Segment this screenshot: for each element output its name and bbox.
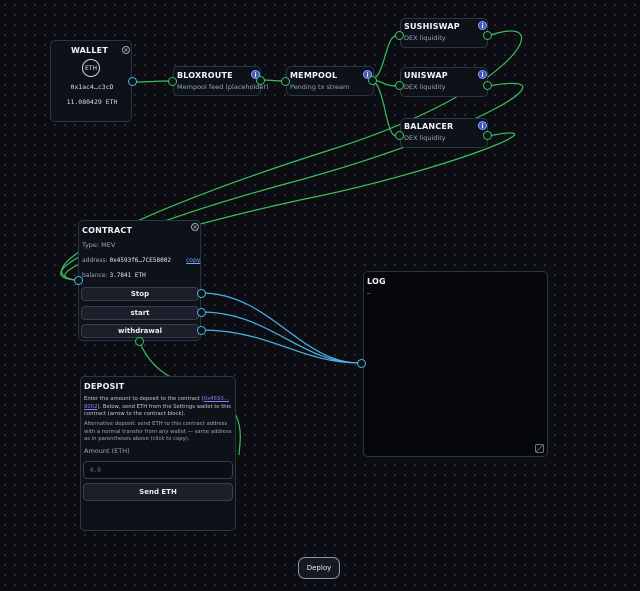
sushiswap-title: SUSHISWAP xyxy=(404,22,460,31)
contract-title: CONTRACT xyxy=(82,226,133,235)
resize-handle-icon[interactable] xyxy=(535,444,544,453)
uniswap-output-port[interactable] xyxy=(483,81,492,90)
start-button[interactable]: start xyxy=(81,306,199,320)
send-eth-button[interactable]: Send ETH xyxy=(83,483,233,501)
balancer-subtitle: DEX liquidity xyxy=(404,134,446,142)
deposit-panel: DEPOSIT Enter the amount to deposit to t… xyxy=(80,376,236,531)
bloxroute-node[interactable]: BLOXROUTE Mempool feed (placeholder) i xyxy=(173,66,269,96)
alternative-deposit-text: Alternative deposit: send ETH to this co… xyxy=(84,421,232,442)
mempool-subtitle: Pending tx stream xyxy=(290,83,350,91)
sushiswap-subtitle: DEX liquidity xyxy=(404,34,446,42)
close-icon[interactable]: × xyxy=(191,223,199,231)
mempool-node[interactable]: MEMPOOL Pending tx stream i xyxy=(286,66,374,96)
uniswap-input-port[interactable] xyxy=(395,81,404,90)
log-input-port[interactable] xyxy=(357,359,366,368)
amount-input[interactable] xyxy=(83,461,233,479)
wire-withdrawal-log xyxy=(200,329,361,364)
deposit-title: DEPOSIT xyxy=(84,382,125,391)
balancer-node[interactable]: BALANCER DEX liquidity i xyxy=(400,118,488,148)
contract-type: Type: MEV xyxy=(82,241,116,249)
stop-button[interactable]: Stop xyxy=(81,287,199,301)
contract-input-port[interactable] xyxy=(74,276,83,285)
bloxroute-output-port[interactable] xyxy=(256,76,265,85)
sushiswap-output-port[interactable] xyxy=(483,31,492,40)
uniswap-title: UNISWAP xyxy=(404,71,448,80)
wire-stop-log xyxy=(200,292,361,364)
copy-link[interactable]: copy xyxy=(186,257,200,264)
withdrawal-output-port[interactable] xyxy=(197,326,206,335)
sushiswap-node[interactable]: SUSHISWAP DEX liquidity i xyxy=(400,18,488,48)
eth-avatar: ETH xyxy=(82,59,100,77)
info-icon[interactable]: i xyxy=(478,21,487,30)
wallet-title: WALLET xyxy=(71,46,108,55)
contract-node[interactable]: CONTRACT × Type: MEV address: 0x4593f6…7… xyxy=(78,220,201,341)
deposit-instructions: Enter the amount to deposit to the contr… xyxy=(84,396,234,419)
log-title: LOG xyxy=(367,277,386,286)
balancer-title: BALANCER xyxy=(404,122,454,131)
wire-start-log xyxy=(200,311,361,364)
contract-address-label: address: xyxy=(82,257,108,264)
balancer-output-port[interactable] xyxy=(483,131,492,140)
contract-balance-row: balance: 3.7841 ETH xyxy=(82,272,146,279)
bloxroute-title: BLOXROUTE xyxy=(177,71,233,80)
deposit-text-b: ). Below, send ETH from the Settings wal… xyxy=(84,403,231,418)
log-content: – xyxy=(367,290,371,297)
contract-balance: 3.7841 ETH xyxy=(109,272,146,279)
wire-wallet-bloxroute xyxy=(132,80,172,83)
close-icon[interactable]: × xyxy=(122,46,130,54)
log-panel[interactable]: LOG – xyxy=(363,271,548,457)
balancer-input-port[interactable] xyxy=(395,131,404,140)
bloxroute-subtitle: Mempool feed (placeholder) xyxy=(177,83,269,91)
contract-address-row: address: 0x4593f6…7CE58002 xyxy=(82,257,171,264)
info-icon[interactable]: i xyxy=(478,70,487,79)
wallet-node[interactable]: WALLET × ETH 0x1ac4…c3cD 11.080429 ETH xyxy=(50,40,132,122)
withdrawal-button[interactable]: withdrawal xyxy=(81,324,199,338)
uniswap-subtitle: DEX liquidity xyxy=(404,83,446,91)
contract-deposit-port[interactable] xyxy=(135,337,144,346)
mempool-title: MEMPOOL xyxy=(290,71,338,80)
bloxroute-input-port[interactable] xyxy=(168,77,177,86)
wallet-address: 0x1ac4…c3cD xyxy=(70,83,114,91)
info-icon[interactable]: i xyxy=(478,121,487,130)
start-output-port[interactable] xyxy=(197,308,206,317)
amount-label: Amount (ETH) xyxy=(84,447,130,455)
mempool-output-port[interactable] xyxy=(368,76,377,85)
mempool-input-port[interactable] xyxy=(281,77,290,86)
contract-address: 0x4593f6…7CE58002 xyxy=(109,257,171,264)
deploy-button[interactable]: Deploy xyxy=(298,557,340,579)
uniswap-node[interactable]: UNISWAP DEX liquidity i xyxy=(400,67,488,97)
sushiswap-input-port[interactable] xyxy=(395,31,404,40)
wallet-output-port[interactable] xyxy=(128,77,137,86)
deposit-text-a: Enter the amount to deposit to the contr… xyxy=(84,396,204,402)
contract-balance-label: balance: xyxy=(82,272,108,279)
stop-output-port[interactable] xyxy=(197,289,206,298)
wallet-balance: 11.080429 ETH xyxy=(66,98,118,106)
